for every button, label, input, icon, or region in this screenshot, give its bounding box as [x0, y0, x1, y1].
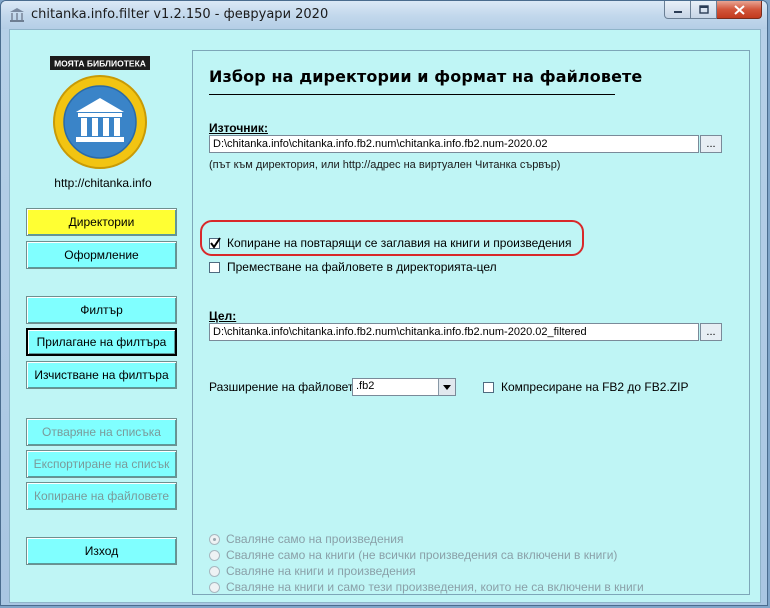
- export-list-button[interactable]: Експортиране на списък: [26, 450, 177, 478]
- extension-select[interactable]: .fb2: [352, 378, 456, 396]
- logo-url: http://chitanka.info: [54, 176, 152, 190]
- source-browse-button[interactable]: ...: [700, 135, 722, 153]
- window-controls: [664, 1, 762, 20]
- copy-files-button[interactable]: Копиране на файловете: [26, 482, 177, 510]
- source-path-input[interactable]: [209, 135, 699, 153]
- open-list-button[interactable]: Отваряне на списъка: [26, 418, 177, 446]
- library-logo: МОЯТА БИБЛИОТЕКА: [50, 56, 150, 169]
- download-books-and-unbound-works-label: Сваляне на книги и само тези произведени…: [226, 580, 644, 594]
- clear-filter-button[interactable]: Изчистване на филтъра: [26, 361, 177, 389]
- logo-text: МОЯТА БИБЛИОТЕКА: [54, 59, 146, 69]
- download-books-and-works-option[interactable]: Сваляне на книги и произведения: [209, 564, 416, 578]
- exit-button[interactable]: Изход: [26, 537, 177, 565]
- formatting-button[interactable]: Оформление: [26, 241, 177, 269]
- download-works-radio[interactable]: [209, 533, 220, 545]
- minimize-button[interactable]: [664, 1, 691, 19]
- copy-duplicates-label: Копиране на повтарящи се заглавия на кни…: [227, 236, 572, 250]
- settings-panel: Избор на директории и формат на файловет…: [192, 50, 750, 595]
- extension-label: Разширение на файловете:: [209, 380, 364, 394]
- copy-duplicates-option[interactable]: Копиране на повтарящи се заглавия на кни…: [209, 236, 572, 250]
- target-label: Цел:: [209, 309, 237, 323]
- download-books-and-unbound-works-option[interactable]: Сваляне на книги и само тези произведени…: [209, 580, 644, 594]
- download-books-and-unbound-works-radio[interactable]: [209, 581, 220, 593]
- maximize-icon: [698, 5, 709, 14]
- download-works-option[interactable]: Сваляне само на произведения: [209, 532, 404, 546]
- apply-filter-button[interactable]: Прилагане на филтъра: [26, 328, 177, 356]
- maximize-button[interactable]: [691, 1, 717, 19]
- library-icon: [10, 8, 24, 22]
- download-books-radio[interactable]: [209, 549, 220, 561]
- copy-duplicates-checkbox[interactable]: [209, 236, 221, 249]
- extension-value: .fb2: [356, 380, 375, 392]
- download-books-label: Сваляне само на книги (не всички произве…: [226, 548, 618, 562]
- compress-checkbox[interactable]: [483, 381, 494, 393]
- move-files-option[interactable]: Преместване на файловете в директорията-…: [209, 260, 497, 274]
- compress-option[interactable]: Компресиране на FB2 до FB2.ZIP: [483, 380, 688, 394]
- minimize-icon: [673, 10, 682, 13]
- close-icon: [733, 4, 745, 15]
- app-window: chitanka.info.filter v1.2.150 - февруари…: [0, 0, 768, 606]
- panel-title: Избор на директории и формат на файловет…: [209, 67, 643, 86]
- compress-label: Компресиране на FB2 до FB2.ZIP: [501, 380, 689, 394]
- download-books-and-works-label: Сваляне на книги и произведения: [226, 564, 416, 578]
- filter-button[interactable]: Филтър: [26, 296, 177, 324]
- client-area: МОЯТА БИБЛИОТЕКА http://chitanka.info Ди…: [9, 29, 761, 603]
- target-browse-button[interactable]: ...: [700, 323, 722, 341]
- move-files-checkbox[interactable]: [209, 261, 220, 273]
- directories-button[interactable]: Директории: [26, 208, 177, 236]
- download-books-and-works-radio[interactable]: [209, 565, 220, 577]
- checkmark-icon: [210, 236, 221, 249]
- target-path-input[interactable]: [209, 323, 699, 341]
- title-underline: [209, 94, 615, 95]
- download-books-option[interactable]: Сваляне само на книги (не всички произве…: [209, 548, 617, 562]
- window-title: chitanka.info.filter v1.2.150 - февруари…: [31, 7, 329, 22]
- close-button[interactable]: [717, 1, 762, 19]
- chevron-down-icon[interactable]: [438, 379, 455, 395]
- download-works-label: Сваляне само на произведения: [226, 532, 404, 546]
- source-hint: (път към директория, или http://адрес на…: [209, 159, 561, 171]
- move-files-label: Преместване на файловете в директорията-…: [227, 260, 497, 274]
- source-label: Източник:: [209, 121, 268, 135]
- title-bar[interactable]: chitanka.info.filter v1.2.150 - февруари…: [1, 1, 767, 29]
